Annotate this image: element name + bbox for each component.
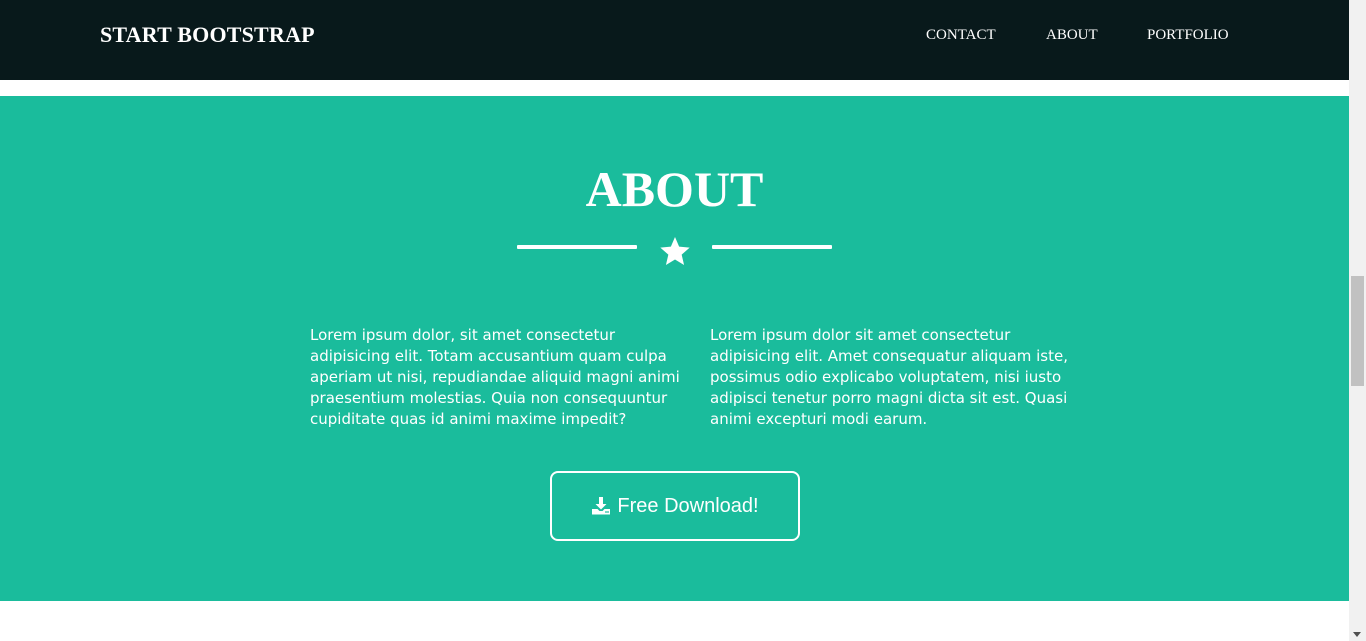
free-download-button[interactable]: Free Download! bbox=[550, 471, 800, 541]
page-scrollbar[interactable] bbox=[1349, 0, 1366, 641]
page: START BOOTSTRAP CONTACT ABOUT PORTFOLIO … bbox=[0, 0, 1349, 641]
divider-line-left bbox=[517, 245, 637, 249]
scroll-down-arrow-icon[interactable] bbox=[1353, 632, 1361, 637]
nav-link-portfolio[interactable]: PORTFOLIO bbox=[1147, 26, 1229, 44]
scrollbar-thumb[interactable] bbox=[1351, 276, 1364, 386]
about-paragraph-right: Lorem ipsum dolor sit amet consectetur a… bbox=[710, 326, 1069, 428]
about-section: ABOUT Lorem ipsum dolor, sit amet consec… bbox=[0, 96, 1349, 601]
download-icon bbox=[592, 497, 611, 515]
about-title: ABOUT bbox=[585, 161, 764, 217]
star-icon bbox=[660, 237, 690, 265]
nav-link-about[interactable]: ABOUT bbox=[1046, 26, 1098, 44]
free-download-label: Free Download! bbox=[617, 494, 759, 517]
nav-link-contact[interactable]: CONTACT bbox=[926, 26, 996, 44]
navbar: START BOOTSTRAP CONTACT ABOUT PORTFOLIO bbox=[0, 0, 1349, 80]
about-paragraph-left: Lorem ipsum dolor, sit amet consectetur … bbox=[310, 326, 680, 428]
brand-link[interactable]: START BOOTSTRAP bbox=[100, 22, 315, 48]
divider-line-right bbox=[712, 245, 832, 249]
